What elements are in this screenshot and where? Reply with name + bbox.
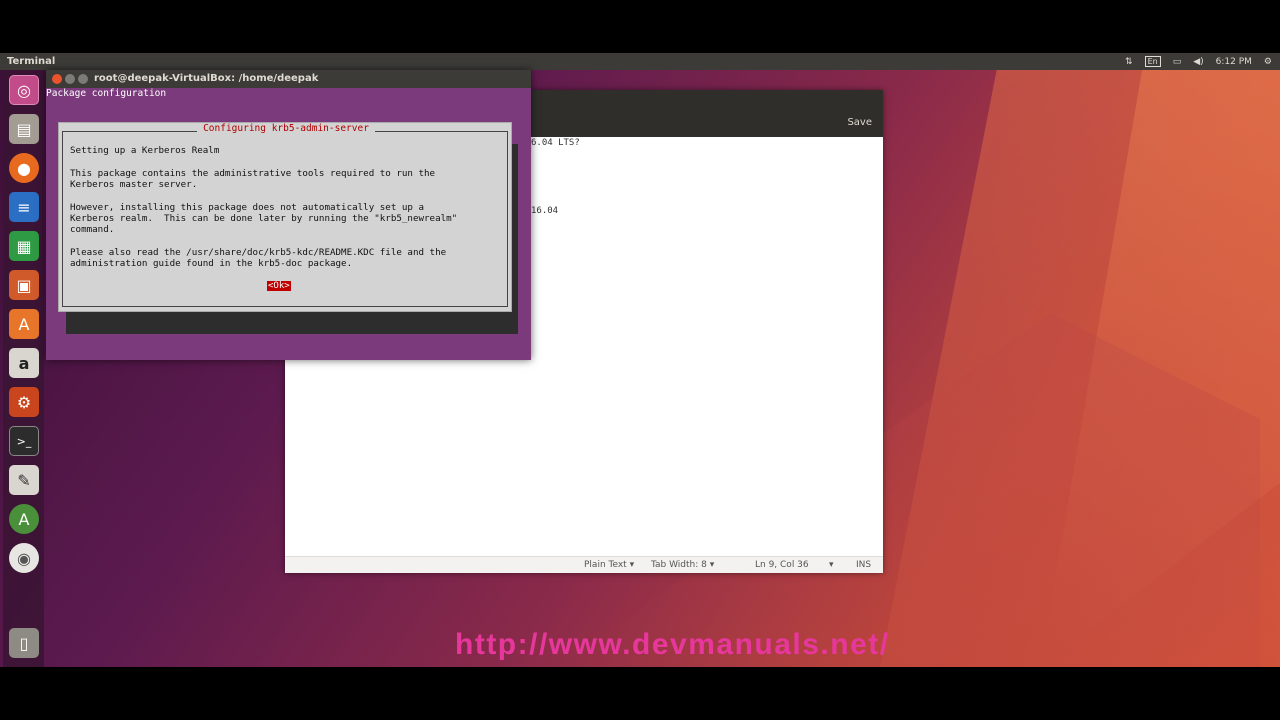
terminal-titlebar[interactable]: root@deepak-VirtualBox: /home/deepak	[46, 70, 531, 88]
dialog-text-line: administration guide found in the krb5-d…	[70, 258, 353, 269]
dialog-title: Configuring krb5-admin-server	[197, 123, 375, 134]
dvd-icon[interactable]: ◉	[9, 543, 39, 573]
package-configuration-header: Package configuration	[46, 88, 167, 99]
language-selector[interactable]: Plain Text ▾	[584, 560, 634, 570]
dialog-text-line: Setting up a Kerberos Realm	[70, 145, 220, 156]
cursor-position[interactable]: Ln 9, Col 36	[755, 560, 809, 570]
volume-icon[interactable]: ◀)	[1193, 57, 1203, 67]
text-editor-icon[interactable]: ✎	[9, 465, 39, 495]
active-app-title: Terminal	[7, 56, 56, 67]
impress-icon[interactable]: ▣	[9, 270, 39, 300]
editor-line: 16.04	[531, 206, 559, 216]
calc-icon[interactable]: ▦	[9, 231, 39, 261]
trash-icon[interactable]: ▯	[9, 628, 39, 658]
launcher: ◎ ▤ ● ≡ ▦ ▣ A a ⚙ >_ ✎ A ◉ ▯	[3, 70, 44, 667]
close-icon[interactable]	[52, 74, 62, 84]
system-settings-icon[interactable]: ⚙	[9, 387, 39, 417]
top-panel: Terminal ⇅ En ▭ ◀) 6:12 PM ⚙	[0, 53, 1280, 70]
gear-icon[interactable]: ⚙	[1264, 57, 1272, 67]
watermark-url: http://www.devmanuals.net/	[455, 628, 890, 661]
terminal-window: root@deepak-VirtualBox: /home/deepak Pac…	[46, 70, 531, 360]
debconf-dialog: Configuring krb5-admin-server Setting up…	[58, 122, 512, 312]
dialog-text-line: However, installing this package does no…	[70, 202, 425, 213]
keyboard-indicator[interactable]: En	[1144, 56, 1161, 67]
terminal-title: root@deepak-VirtualBox: /home/deepak	[94, 73, 319, 84]
files-icon[interactable]: ▤	[9, 114, 39, 144]
maximize-icon[interactable]	[78, 74, 88, 84]
insert-mode: INS	[856, 560, 872, 570]
dialog-text-line: Kerberos master server.	[70, 179, 198, 190]
dialog-text-line: Please also read the /usr/share/doc/krb5…	[70, 247, 447, 258]
ok-button[interactable]: <Ok>	[267, 281, 291, 291]
dialog-text-line: Kerberos realm. This can be done later b…	[70, 213, 458, 224]
position-dropdown-icon[interactable]: ▾	[829, 560, 834, 570]
clock[interactable]: 6:12 PM	[1216, 57, 1252, 67]
dialog-text-line: command.	[70, 224, 115, 235]
ubuntu-dash-icon[interactable]: ◎	[9, 75, 39, 105]
minimize-icon[interactable]	[65, 74, 75, 84]
dialog-text-line: This package contains the administrative…	[70, 168, 436, 179]
firefox-icon[interactable]: ●	[9, 153, 39, 183]
terminal-body[interactable]: Package configuration Configuring krb5-a…	[46, 88, 526, 360]
software-center-icon[interactable]: A	[9, 309, 39, 339]
software-updater-icon[interactable]: A	[9, 504, 39, 534]
network-icon[interactable]: ⇅	[1125, 57, 1133, 67]
save-button[interactable]: Save	[847, 117, 872, 128]
battery-icon[interactable]: ▭	[1173, 57, 1182, 67]
terminal-icon[interactable]: >_	[9, 426, 39, 456]
writer-icon[interactable]: ≡	[9, 192, 39, 222]
gedit-statusbar: Plain Text ▾ Tab Width: 8 ▾ Ln 9, Col 36…	[285, 556, 883, 573]
tab-width-selector[interactable]: Tab Width: 8 ▾	[651, 560, 714, 570]
editor-line: 6.04 LTS?	[531, 138, 580, 148]
amazon-icon[interactable]: a	[9, 348, 39, 378]
